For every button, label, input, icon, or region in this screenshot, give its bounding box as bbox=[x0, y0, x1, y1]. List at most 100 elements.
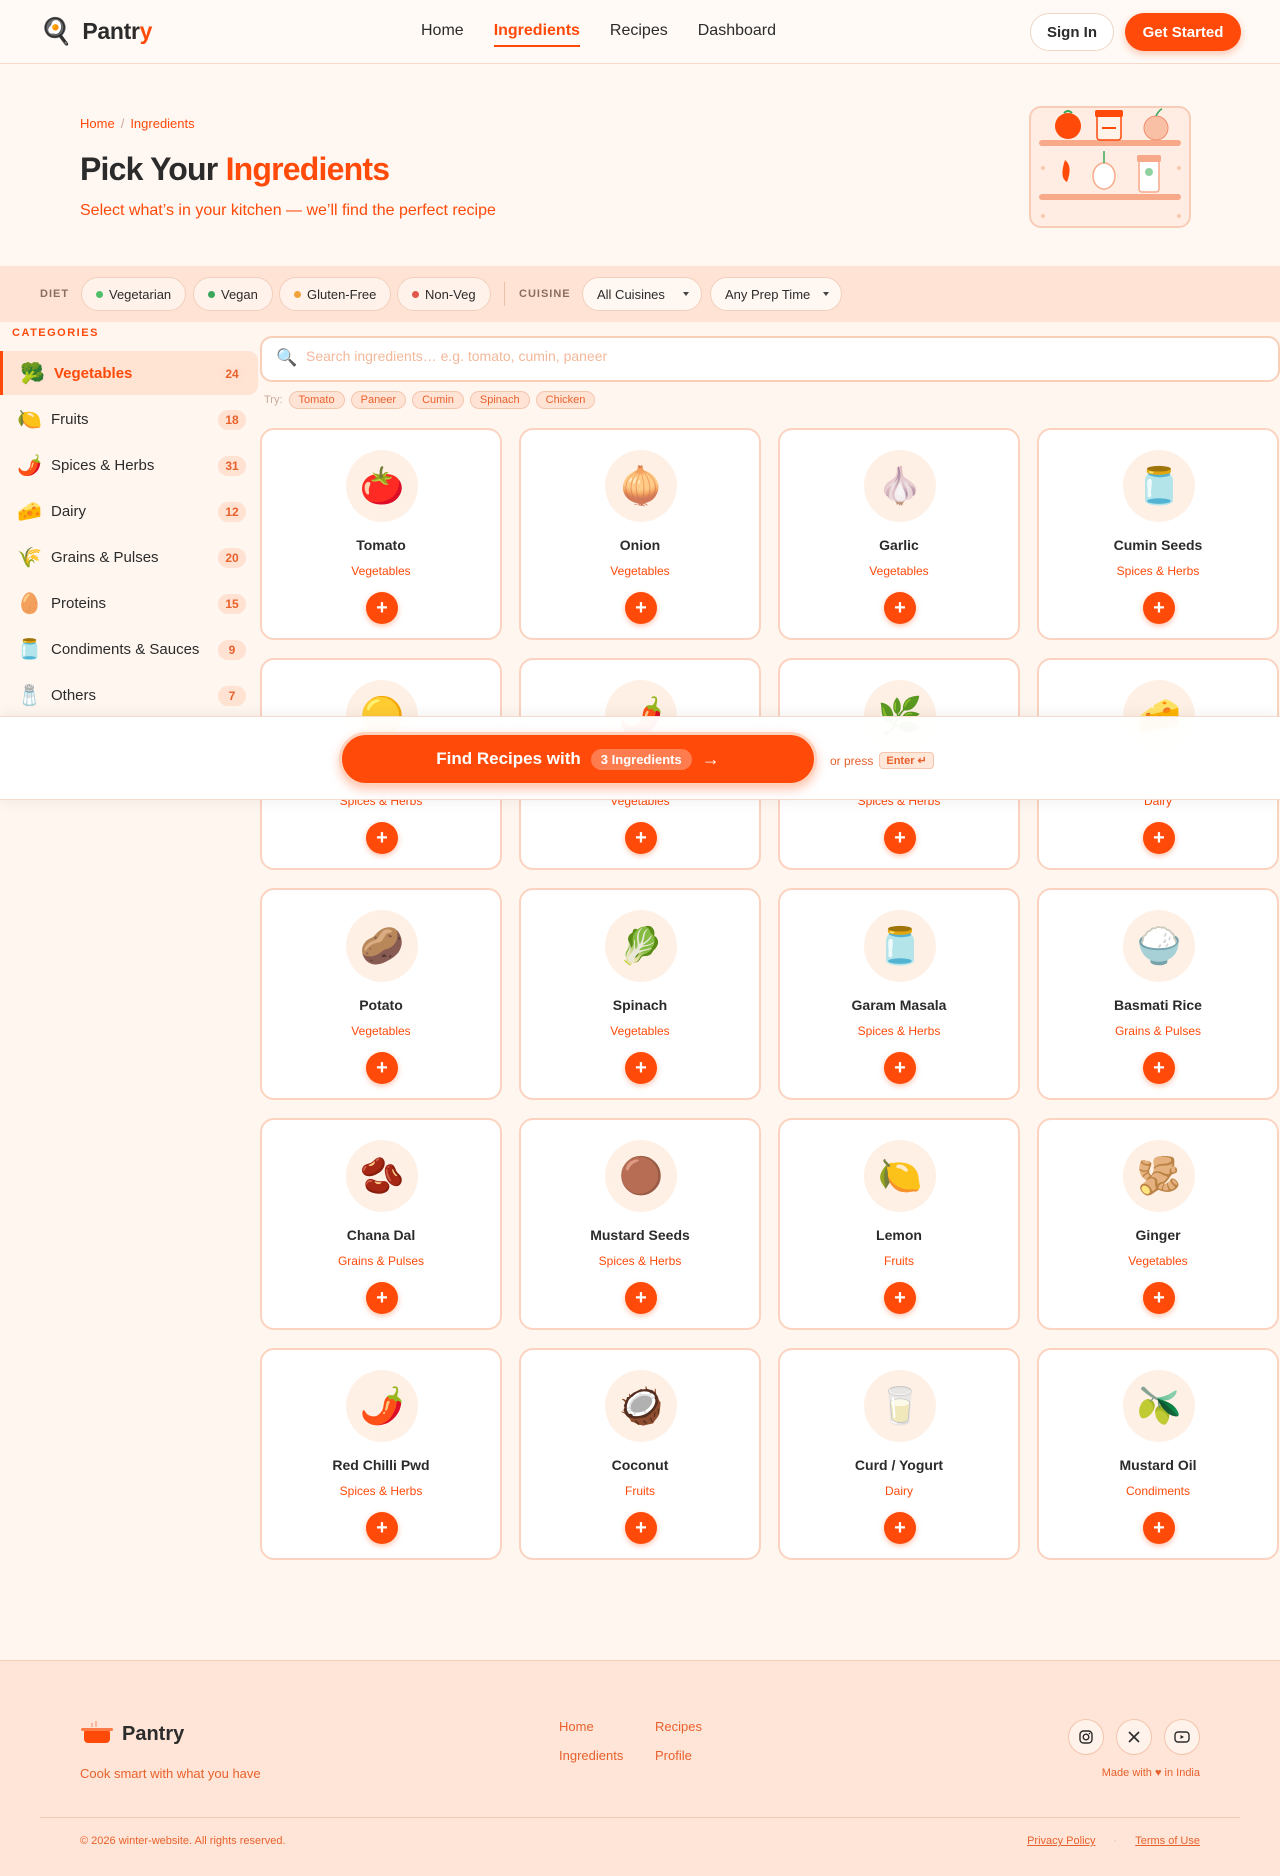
sidebar-item-condiments-sauces[interactable]: 🫙 Condiments & Sauces 9 bbox=[0, 627, 258, 671]
footer-link-home[interactable]: Home bbox=[559, 1719, 655, 1734]
sign-in-button[interactable]: Sign In bbox=[1030, 13, 1114, 51]
add-ingredient-button[interactable]: + bbox=[625, 1052, 657, 1084]
sidebar-item-fruits[interactable]: 🍋 Fruits 18 bbox=[0, 397, 258, 441]
nav-link-dashboard[interactable]: Dashboard bbox=[698, 22, 776, 47]
instagram-icon[interactable] bbox=[1068, 1719, 1104, 1755]
footer-link-recipes[interactable]: Recipes bbox=[655, 1719, 735, 1734]
try-label: Try: bbox=[264, 394, 283, 406]
find-recipes-button[interactable]: Find Recipes with 3 Ingredients → bbox=[339, 732, 817, 786]
ingredient-card[interactable]: 🟤 Mustard Seeds Spices & Herbs + bbox=[519, 1118, 761, 1330]
cuisine-select[interactable]: All Cuisines bbox=[582, 277, 702, 311]
add-ingredient-button[interactable]: + bbox=[884, 1052, 916, 1084]
sidebar-item-spices-herbs[interactable]: 🌶️ Spices & Herbs 31 bbox=[0, 443, 258, 487]
nav-link-ingredients[interactable]: Ingredients bbox=[493, 22, 580, 47]
diet-chip-gluten-free[interactable]: Gluten-Free bbox=[279, 277, 392, 311]
ingredient-card[interactable]: 🧄 Garlic Vegetables + bbox=[778, 428, 1020, 640]
add-ingredient-button[interactable]: + bbox=[625, 1282, 657, 1314]
add-ingredient-button[interactable]: + bbox=[1143, 822, 1175, 854]
plus-icon: + bbox=[894, 1286, 906, 1309]
ingredient-category: Dairy bbox=[884, 1484, 913, 1498]
nav-link-home[interactable]: Home bbox=[421, 22, 464, 47]
breadcrumb-home[interactable]: Home bbox=[80, 116, 115, 131]
ingredient-card[interactable]: 🍋 Lemon Fruits + bbox=[778, 1118, 1020, 1330]
suggestion-chip-cumin[interactable]: Cumin bbox=[412, 391, 464, 409]
breadcrumb-ingredients: Ingredients bbox=[130, 116, 195, 131]
add-ingredient-button[interactable]: + bbox=[884, 1282, 916, 1314]
add-ingredient-button[interactable]: + bbox=[884, 1512, 916, 1544]
sidebar-item-vegetables[interactable]: 🥦 Vegetables 24 bbox=[0, 351, 258, 395]
add-ingredient-button[interactable]: + bbox=[366, 822, 398, 854]
tomato-icon: 🍅 bbox=[346, 450, 418, 522]
ingredient-card[interactable]: 🫚 Ginger Vegetables + bbox=[1037, 1118, 1279, 1330]
ingredient-card[interactable]: 🌶️ Red Chilli Pwd Spices & Herbs + bbox=[260, 1348, 502, 1560]
sidebar-item-proteins[interactable]: 🥚 Proteins 15 bbox=[0, 581, 258, 625]
ingredient-card[interactable]: 🥬 Spinach Vegetables + bbox=[519, 888, 761, 1100]
add-ingredient-button[interactable]: + bbox=[1143, 592, 1175, 624]
add-ingredient-button[interactable]: + bbox=[625, 1512, 657, 1544]
suggestion-chip-tomato[interactable]: Tomato bbox=[288, 391, 345, 409]
terms-of-use-link[interactable]: Terms of Use bbox=[1135, 1835, 1200, 1847]
ingredient-name: Garam Masala bbox=[851, 997, 947, 1013]
ingredient-name: Spinach bbox=[612, 997, 668, 1013]
add-ingredient-button[interactable]: + bbox=[366, 592, 398, 624]
ingredient-card[interactable]: 🫙 Cumin Seeds Spices & Herbs + bbox=[1037, 428, 1279, 640]
ingredient-card[interactable]: 🫙 Garam Masala Spices & Herbs + bbox=[778, 888, 1020, 1100]
diet-chip-vegan[interactable]: Vegan bbox=[193, 277, 273, 311]
orange-dot-icon bbox=[294, 290, 301, 298]
privacy-policy-link[interactable]: Privacy Policy bbox=[1027, 1835, 1095, 1847]
ingredient-search: 🔍 bbox=[260, 336, 1280, 382]
ingredient-card[interactable]: 🍚 Basmati Rice Grains & Pulses + bbox=[1037, 888, 1279, 1100]
suggestion-chip-paneer[interactable]: Paneer bbox=[350, 391, 407, 409]
ingredient-name: Coconut bbox=[611, 1457, 669, 1473]
search-input[interactable] bbox=[306, 348, 1206, 364]
nav-link-recipes[interactable]: Recipes bbox=[610, 22, 668, 47]
ingredient-category: Spices & Herbs bbox=[857, 1024, 941, 1038]
add-ingredient-button[interactable]: + bbox=[625, 822, 657, 854]
add-ingredient-button[interactable]: + bbox=[1143, 1512, 1175, 1544]
add-ingredient-button[interactable]: + bbox=[1143, 1282, 1175, 1314]
add-ingredient-button[interactable]: + bbox=[625, 592, 657, 624]
suggestion-chip-spinach[interactable]: Spinach bbox=[469, 391, 530, 409]
sidebar-item-dairy[interactable]: 🧀 Dairy 12 bbox=[0, 489, 258, 533]
add-ingredient-button[interactable]: + bbox=[1143, 1052, 1175, 1084]
add-ingredient-button[interactable]: + bbox=[884, 592, 916, 624]
x-icon[interactable] bbox=[1116, 1719, 1152, 1755]
youtube-icon[interactable] bbox=[1164, 1719, 1200, 1755]
sidebar-item-grains-pulses[interactable]: 🌾 Grains & Pulses 20 bbox=[0, 535, 258, 579]
add-ingredient-button[interactable]: + bbox=[366, 1052, 398, 1084]
ingredient-name: Chana Dal bbox=[346, 1227, 416, 1243]
diet-chip-non-veg[interactable]: Non-Veg bbox=[397, 277, 491, 311]
footer-logo[interactable]: Pantry bbox=[80, 1719, 184, 1749]
made-in-india: Made with ♥ in India bbox=[1101, 1767, 1200, 1779]
add-ingredient-button[interactable]: + bbox=[366, 1282, 398, 1314]
ingredient-card[interactable]: 🫘 Chana Dal Grains & Pulses + bbox=[260, 1118, 502, 1330]
add-ingredient-button[interactable]: + bbox=[366, 1512, 398, 1544]
plus-icon: + bbox=[635, 1286, 647, 1309]
diet-chip-vegetarian[interactable]: Vegetarian bbox=[81, 277, 187, 311]
ingredient-card[interactable]: 🥔 Potato Vegetables + bbox=[260, 888, 502, 1100]
footer-brand-name: Pantry bbox=[122, 1722, 185, 1745]
plus-icon: + bbox=[1153, 1056, 1165, 1079]
get-started-button[interactable]: Get Started bbox=[1125, 13, 1241, 51]
plus-icon: + bbox=[376, 826, 388, 849]
ingredient-category: Grains & Pulses bbox=[337, 1254, 425, 1268]
sidebar-item-others[interactable]: 🧂 Others 7 bbox=[0, 673, 258, 717]
ingredient-card[interactable]: 🫒 Mustard Oil Condiments + bbox=[1037, 1348, 1279, 1560]
suggestion-chip-chicken[interactable]: Chicken bbox=[535, 391, 596, 409]
ingredient-name: Basmati Rice bbox=[1114, 997, 1202, 1013]
brand-logo[interactable]: 🍳 Pantry bbox=[40, 16, 152, 47]
garlic-icon: 🧄 bbox=[864, 450, 936, 522]
footer-link-profile[interactable]: Profile bbox=[655, 1748, 735, 1763]
ingredient-category: Spices & Herbs bbox=[339, 1484, 423, 1498]
add-ingredient-button[interactable]: + bbox=[884, 822, 916, 854]
ingredient-name: Onion bbox=[619, 537, 661, 553]
ingredient-card[interactable]: 🥥 Coconut Fruits + bbox=[519, 1348, 761, 1560]
plus-icon: + bbox=[894, 1516, 906, 1539]
footer-link-ingredients[interactable]: Ingredients bbox=[559, 1748, 655, 1763]
footer-divider bbox=[40, 1817, 1240, 1818]
prep-time-select[interactable]: Any Prep Time bbox=[710, 277, 842, 311]
ingredient-card[interactable]: 🥛 Curd / Yogurt Dairy + bbox=[778, 1348, 1020, 1560]
ingredient-card[interactable]: 🧅 Onion Vegetables + bbox=[519, 428, 761, 640]
ingredient-card[interactable]: 🍅 Tomato Vegetables + bbox=[260, 428, 502, 640]
ingredient-category: Vegetables bbox=[610, 564, 670, 578]
